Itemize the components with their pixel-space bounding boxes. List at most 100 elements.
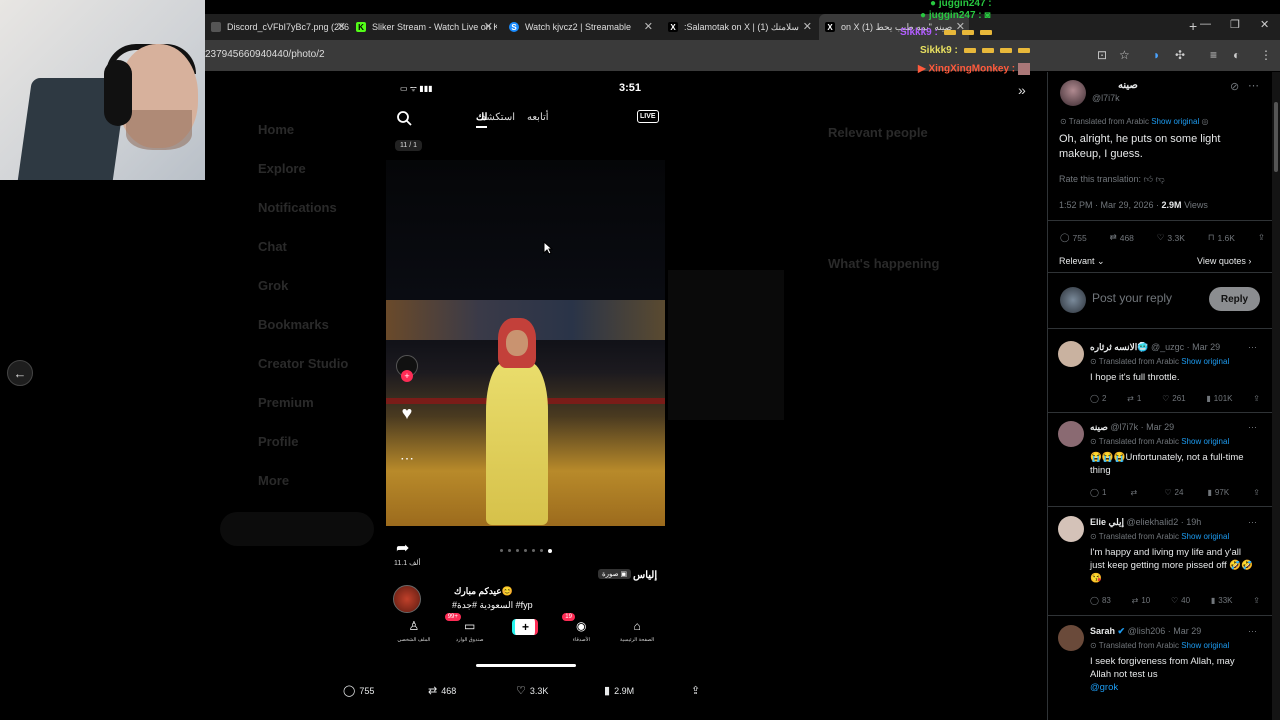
tab-discord[interactable]: Discord_cVFbI7yBc7.png (286× ✕ (205, 14, 350, 40)
status-icons: ▭ ᯤ ▮▮▮ (400, 84, 433, 93)
bookmark-star-icon[interactable]: ☆ (1119, 48, 1130, 62)
reply-name[interactable]: Sarah (1090, 626, 1115, 636)
reply-stat[interactable]: ◯ 1 (1090, 488, 1106, 497)
share-icon[interactable]: ⇪ (1253, 596, 1260, 605)
like-stat[interactable]: ♡ 40 (1171, 596, 1190, 605)
expand-panel-icon[interactable]: » (1018, 82, 1026, 98)
view-quotes-link[interactable]: View quotes › (1197, 256, 1251, 266)
sort-label: Relevant (1059, 256, 1095, 266)
maximize-icon[interactable]: ❐ (1230, 18, 1240, 31)
url-field[interactable]: 237945660940440/photo/2 (205, 49, 325, 60)
repost-stat[interactable]: ⇄ (1131, 488, 1141, 497)
reply-button[interactable]: Reply (1209, 287, 1260, 311)
show-original-link[interactable]: Show original (1181, 532, 1229, 541)
reply-stat[interactable]: ◯ 83 (1090, 596, 1111, 605)
emote-icon (943, 29, 956, 35)
profile-icon[interactable]: ◐ (1233, 48, 1240, 62)
close-icon[interactable]: ✕ (337, 20, 346, 33)
menu-dots-icon[interactable]: ⋮ (1260, 48, 1272, 62)
more-icon[interactable]: ⋯ (1248, 342, 1257, 353)
views-stat[interactable]: ▮ 101K (1206, 394, 1232, 403)
like-count: 261 (1172, 394, 1186, 403)
more-icon[interactable]: ⋯ (1248, 626, 1257, 637)
create-icon-wrap: + (500, 619, 550, 635)
tab-kick[interactable]: K Sliker Stream - Watch Live on K ✕ (350, 14, 497, 40)
share-action[interactable]: ⇪ (691, 684, 700, 697)
more-icon[interactable]: ⋯ (1248, 79, 1259, 92)
divider (1048, 272, 1272, 273)
repost-action[interactable]: ⇄ 468 (428, 684, 456, 697)
like-action[interactable]: ♡ 3.3K (516, 684, 548, 697)
repost-stat[interactable]: ⇄ 1 (1127, 394, 1141, 403)
minimize-icon[interactable]: — (1200, 18, 1211, 30)
thumbs-up-icon[interactable]: 👍︎ (1144, 174, 1153, 184)
show-original-link[interactable]: Show original (1181, 641, 1229, 650)
views-stat[interactable]: ▮ 97K (1208, 488, 1230, 497)
reply-input[interactable]: Post your reply (1092, 291, 1172, 305)
close-icon[interactable]: ✕ (803, 20, 812, 33)
like-icon: ♡ (1171, 596, 1179, 605)
grok-icon[interactable]: ⊘ (1230, 80, 1239, 93)
close-icon[interactable]: ✕ (484, 20, 493, 33)
like-stat[interactable]: ♡ 24 (1164, 488, 1183, 497)
previous-photo-button[interactable]: ← (7, 360, 33, 386)
reply-avatar[interactable] (1058, 341, 1084, 367)
repost-stat[interactable]: ⇄ 468 (1110, 232, 1134, 243)
show-original-link[interactable]: Show original (1181, 357, 1229, 366)
reply-stat[interactable]: ◯ 2 (1090, 394, 1106, 403)
scrollbar-thumb[interactable] (1274, 102, 1278, 172)
repost-stat[interactable]: ⇄ 10 (1132, 596, 1151, 605)
reply-name[interactable]: الانسه ثرثاره🥶 (1090, 342, 1149, 352)
tab-streamable[interactable]: S Watch kjvcz2 | Streamable ✕ (503, 14, 657, 40)
share-icon[interactable]: ⇪ (1253, 488, 1260, 497)
reply-name[interactable]: صينه (1090, 422, 1108, 432)
scrollbar[interactable] (1272, 72, 1280, 720)
reply-name[interactable]: Elie إيلي (1090, 517, 1124, 527)
author-name[interactable]: صينه (1118, 80, 1138, 91)
bookmark-icon: ⊓ (1207, 232, 1215, 242)
reply-avatar[interactable] (1058, 516, 1084, 542)
more-icon[interactable]: ⋯ (1248, 517, 1257, 528)
like-count: 40 (1181, 596, 1191, 605)
share-stat[interactable]: ⇪ (1258, 232, 1265, 243)
divider (1048, 615, 1272, 616)
thumbs-down-icon[interactable]: 👎︎ (1155, 174, 1164, 184)
sidebar-icon[interactable]: ≡ (1210, 48, 1217, 62)
reply-stat[interactable]: ◯ 755 (1060, 232, 1087, 243)
new-tab-icon[interactable]: + (1189, 18, 1197, 34)
share-icon[interactable]: ⇪ (1253, 394, 1260, 403)
views-action[interactable]: ▮ 2.9M (604, 684, 634, 697)
chat-user: juggin247 : (938, 0, 992, 9)
window-close-icon[interactable]: ✕ (1260, 18, 1269, 31)
puzzle-icon[interactable]: ✣ (1175, 48, 1185, 62)
more-icon[interactable]: ⋯ (1248, 422, 1257, 433)
views-stat[interactable]: ▮ 33K (1211, 596, 1233, 605)
like-stat[interactable]: ♡ 3.3K (1157, 232, 1185, 243)
my-avatar[interactable] (1060, 287, 1086, 313)
grok-mention-link[interactable]: @grok (1090, 682, 1118, 693)
author-handle[interactable]: @l7i7k (1092, 93, 1120, 103)
extension-icon[interactable]: ◗ (1153, 48, 1160, 62)
repost-icon: ⇄ (1109, 232, 1117, 242)
sort-dropdown[interactable]: Relevant ⌄ (1059, 256, 1105, 267)
show-original-link[interactable]: Show original (1151, 117, 1199, 126)
post-timestamp: 1:52 PM · Mar 29, 2026 · 2.9M Views (1059, 200, 1208, 210)
reply-avatar[interactable] (1058, 421, 1084, 447)
install-icon[interactable]: ⊡ (1097, 48, 1107, 62)
tab-for-you: لك (476, 112, 488, 128)
show-original-link[interactable]: Show original (1181, 437, 1229, 446)
reply-avatar[interactable] (1058, 625, 1084, 651)
tab-x-salamotak[interactable]: X :Salamotak on X | سلامتك (1) ✕ (662, 14, 816, 40)
dot (524, 549, 527, 552)
close-icon[interactable]: ✕ (644, 20, 653, 33)
author-name: إلياس (633, 570, 658, 581)
x-favicon-icon: X (668, 22, 678, 32)
man-in-thobe (484, 310, 556, 525)
caption-line-1: عيدكم مبارك😊 (454, 586, 513, 596)
bookmark-stat[interactable]: ⊓ 1.6K (1208, 232, 1235, 243)
bg-nav-chat: Chat (258, 239, 287, 254)
like-stat[interactable]: ♡ 261 (1162, 394, 1186, 403)
views-count: 101K (1213, 394, 1233, 403)
author-avatar[interactable] (1060, 80, 1086, 106)
reply-action[interactable]: ◯ 755 (343, 684, 374, 697)
